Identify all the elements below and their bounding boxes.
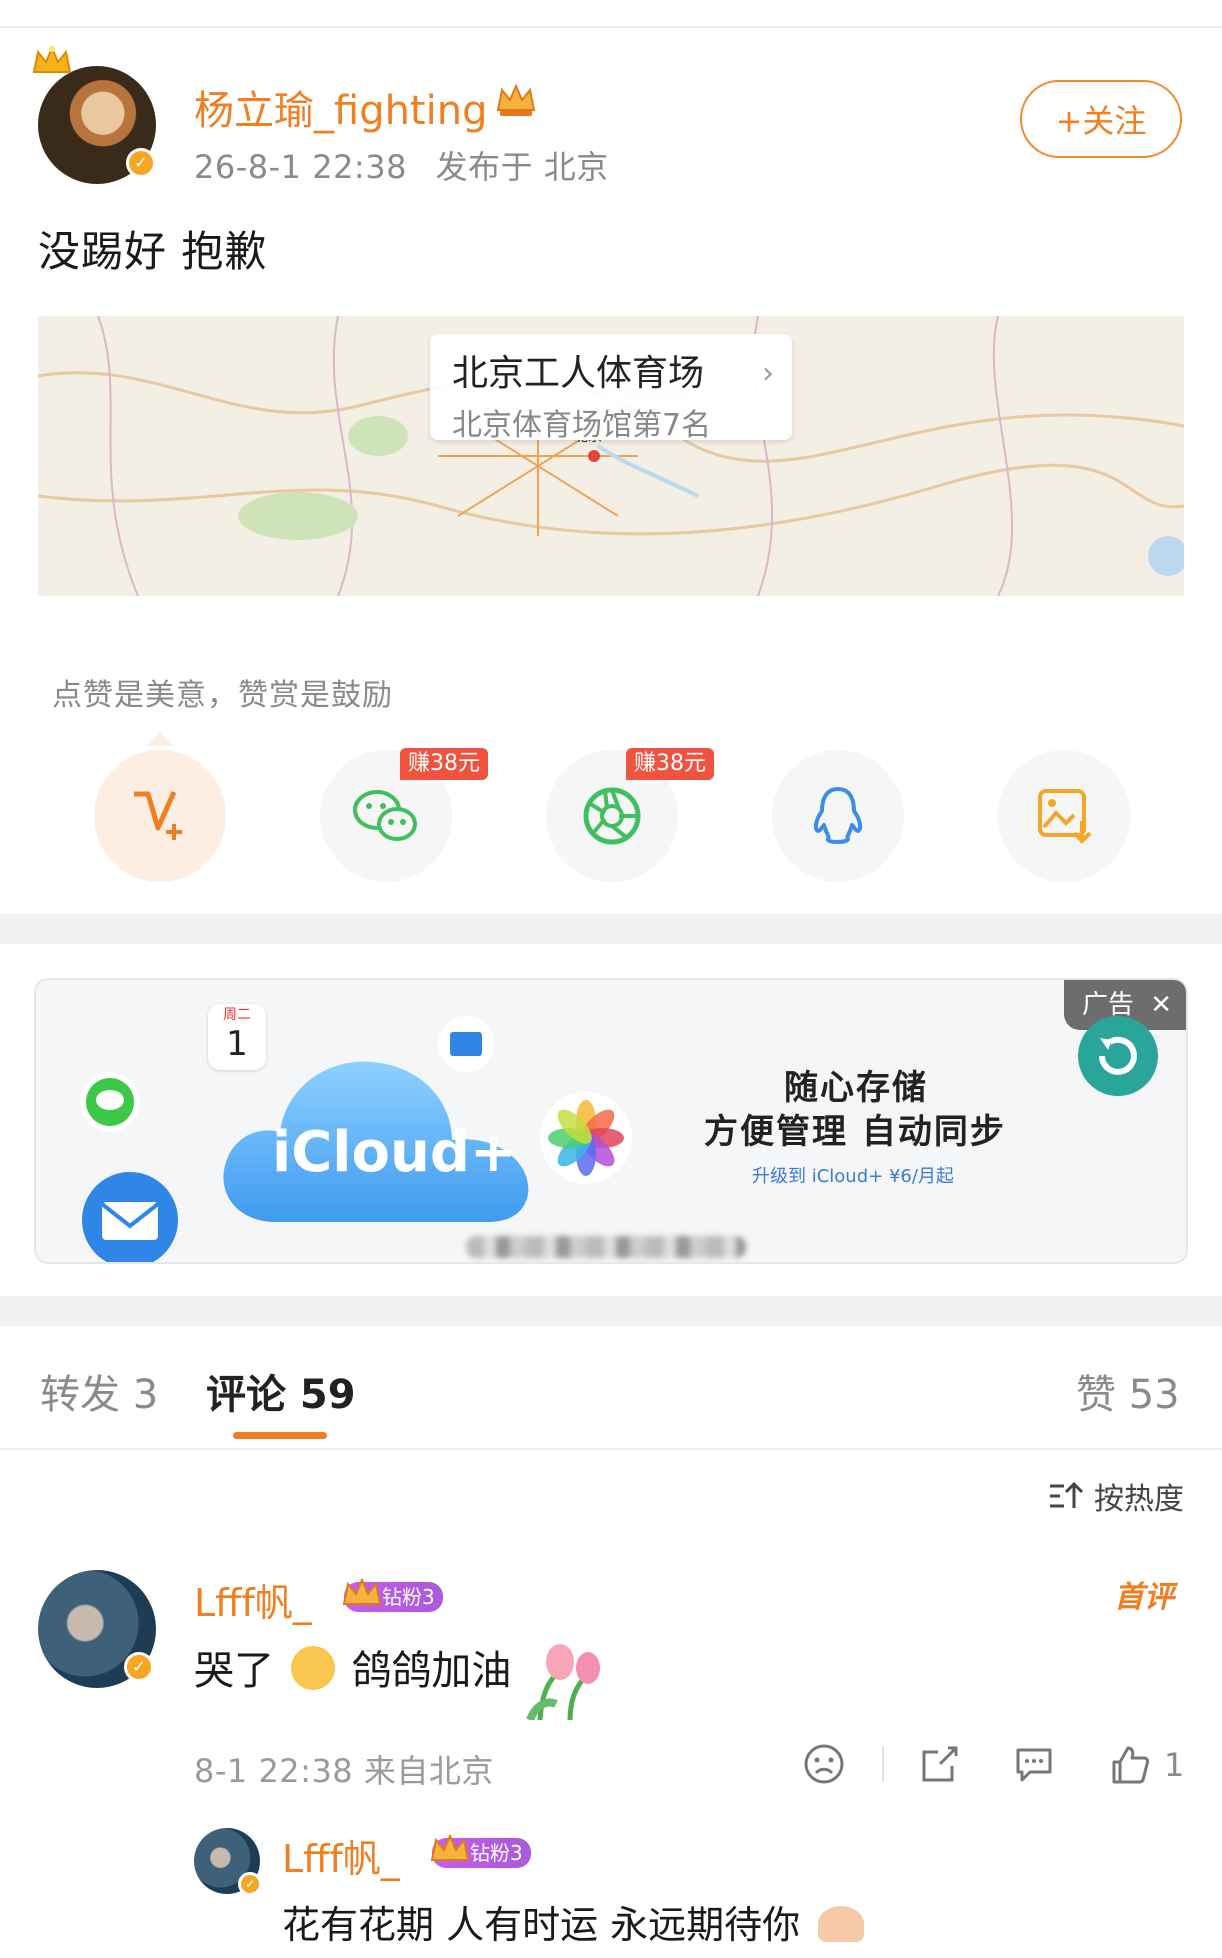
pointer-triangle bbox=[146, 732, 174, 746]
calendar-day: 周二 bbox=[223, 1007, 251, 1023]
verified-badge-icon: ✓ bbox=[126, 148, 156, 178]
comment-meta: 8-1 22:38 来自北京 bbox=[194, 1752, 494, 1790]
tab-divider bbox=[0, 1448, 1222, 1450]
mail-app-icon bbox=[82, 1172, 178, 1262]
like-thumb-icon[interactable] bbox=[1108, 1742, 1152, 1786]
verified-badge-icon: ✓ bbox=[124, 1652, 154, 1682]
reward-button[interactable] bbox=[94, 750, 226, 882]
section-gap-2 bbox=[0, 1296, 1222, 1326]
tulip-sticker-icon bbox=[526, 1644, 600, 1720]
post-location: 发布于 北京 bbox=[435, 148, 609, 186]
active-tab-indicator bbox=[233, 1432, 327, 1439]
reply-author-name[interactable]: Lfff帆_ bbox=[282, 1828, 400, 1883]
reply-text: 花有花期 人有时运 永远期待你 bbox=[282, 1894, 865, 1949]
reply-fan-badge-label: 钻粉3 bbox=[470, 1841, 523, 1865]
vip-crown-icon bbox=[496, 83, 536, 116]
reply-fan-badge: 钻粉3 bbox=[430, 1833, 531, 1868]
chevron-right-icon: › bbox=[762, 356, 774, 391]
post-timestamp: 26-8-1 22:38 bbox=[194, 148, 407, 186]
save-image-button[interactable] bbox=[998, 750, 1130, 882]
top-divider bbox=[0, 26, 1222, 28]
place-subtitle: 北京体育场馆第7名 bbox=[452, 408, 712, 443]
tab-repost[interactable]: 转发 3 bbox=[40, 1362, 158, 1420]
crying-emoji-icon bbox=[290, 1646, 335, 1690]
save-image-icon bbox=[1038, 789, 1092, 844]
ad-headline: 随心存储 bbox=[784, 1068, 928, 1108]
follow-button[interactable]: +关注 bbox=[1020, 80, 1182, 158]
reward-prompt: 点赞是美意，赞赏是鼓励 bbox=[52, 678, 393, 713]
dislike-face-icon[interactable] bbox=[802, 1742, 846, 1786]
fan-badge: 钻粉3 bbox=[342, 1577, 443, 1612]
comment-text: 哭了 鸽鸽加油 bbox=[194, 1638, 511, 1696]
qq-icon bbox=[813, 787, 863, 844]
sort-by-hot-button[interactable]: 按热度 bbox=[1048, 1474, 1184, 1518]
messages-app-icon bbox=[80, 1072, 140, 1132]
reply-icon[interactable] bbox=[1012, 1742, 1056, 1786]
location-map[interactable]: 北京 北京工人体育场 北京体育场馆第7名 › bbox=[38, 316, 1184, 596]
tab-likes[interactable]: 赞 53 bbox=[1076, 1362, 1180, 1420]
fan-badge-label: 钻粉3 bbox=[382, 1585, 435, 1609]
first-comment-tag: 首评 bbox=[1114, 1580, 1174, 1615]
backup-app-icon bbox=[1078, 1016, 1158, 1096]
moments-icon bbox=[583, 787, 641, 845]
files-app-icon bbox=[438, 1016, 494, 1072]
comment-text-part2: 鸽鸽加油 bbox=[351, 1648, 512, 1694]
author-name[interactable]: 杨立瑜_fighting bbox=[194, 78, 487, 136]
ad-subheadline: 方便管理 自动同步 bbox=[704, 1112, 1006, 1152]
section-gap bbox=[0, 914, 1222, 944]
post-text: 没踢好 抱歉 bbox=[38, 227, 268, 276]
v-reward-icon bbox=[134, 790, 182, 840]
crown-icon bbox=[32, 45, 72, 73]
sort-icon bbox=[1050, 1481, 1084, 1508]
verified-badge-icon: ✓ bbox=[238, 1872, 262, 1896]
share-icon[interactable] bbox=[918, 1742, 962, 1786]
photos-app-icon bbox=[540, 1092, 632, 1184]
earn-tag-wechat: 赚38元 bbox=[400, 748, 488, 780]
share-qq-button[interactable] bbox=[772, 750, 904, 882]
sort-label: 按热度 bbox=[1094, 1482, 1184, 1517]
like-count: 1 bbox=[1164, 1746, 1185, 1784]
tab-comments[interactable]: 评论 59 bbox=[206, 1362, 356, 1420]
post-meta: 26-8-1 22:38 发布于 北京 bbox=[194, 142, 609, 188]
icloud-label: iCloud+ bbox=[272, 1120, 517, 1185]
reply-text-body: 花有花期 人有时运 永远期待你 bbox=[282, 1903, 801, 1947]
fan-crown-icon bbox=[430, 1833, 470, 1861]
commenter-name[interactable]: Lfff帆_ bbox=[194, 1572, 312, 1627]
blurred-text bbox=[466, 1236, 746, 1258]
place-card[interactable]: 北京工人体育场 北京体育场馆第7名 › bbox=[430, 334, 792, 443]
comment-text-part1: 哭了 bbox=[194, 1648, 274, 1694]
ad-pricing: 升级到 iCloud+ ¥6/月起 bbox=[752, 1166, 954, 1187]
earn-tag-moments: 赚38元 bbox=[626, 748, 714, 780]
place-title: 北京工人体育场 bbox=[452, 353, 705, 394]
wechat-icon bbox=[353, 790, 417, 841]
fan-crown-icon bbox=[342, 1577, 382, 1605]
action-divider bbox=[882, 1746, 884, 1782]
map-pin-icon bbox=[588, 450, 600, 462]
heart-hands-emoji-icon bbox=[818, 1906, 865, 1942]
ad-banner[interactable]: 广告 ✕ 周二 1 iCloud+ 随心存储 方便管理 自动同步 升级到 iCl… bbox=[34, 978, 1188, 1264]
